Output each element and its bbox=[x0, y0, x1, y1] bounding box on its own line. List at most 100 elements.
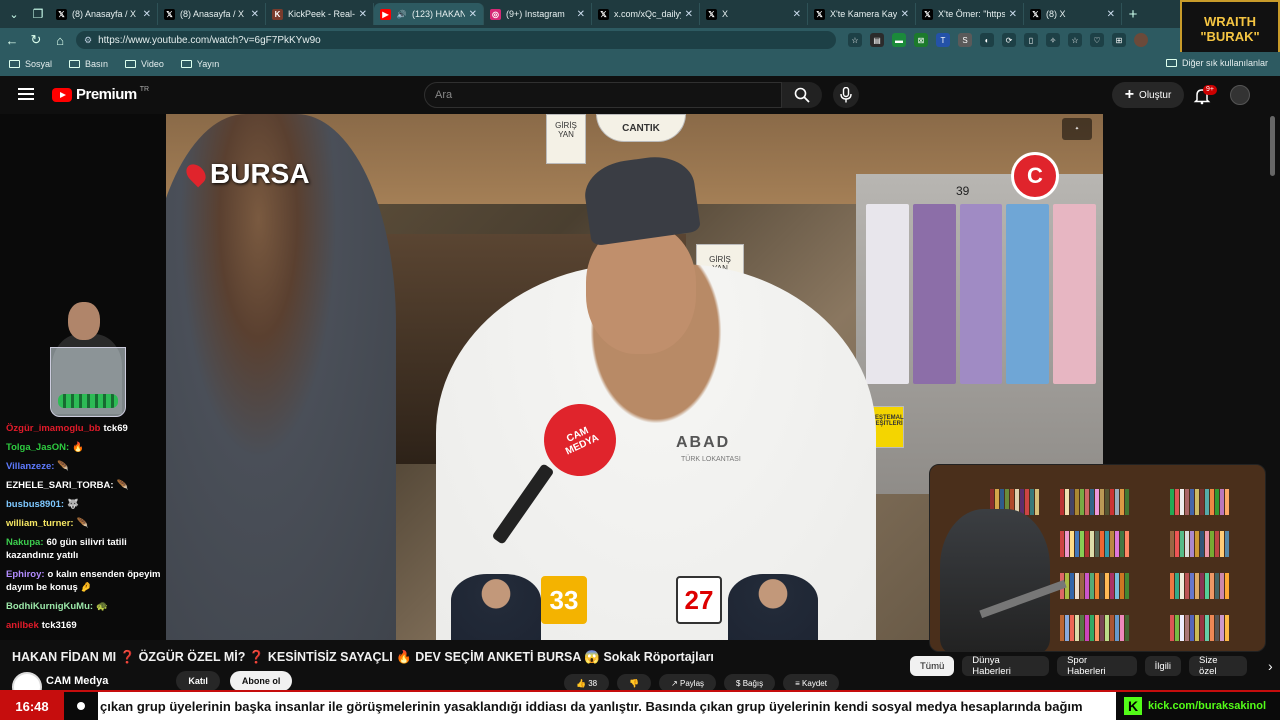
extension-icon[interactable]: ⊠ bbox=[914, 33, 928, 47]
close-tab-icon[interactable]: ✕ bbox=[251, 9, 259, 20]
bookmark-folder[interactable]: Basın bbox=[69, 59, 108, 69]
chip-sports-news[interactable]: Spor Haberleri bbox=[1057, 655, 1137, 677]
page-scrollbar[interactable] bbox=[1270, 116, 1275, 176]
folder-icon bbox=[180, 60, 192, 68]
extension-icon[interactable]: S bbox=[958, 33, 972, 47]
other-bookmarks[interactable]: Diğer sık kullanılanlar bbox=[1165, 58, 1268, 68]
browser-tab[interactable]: K KickPeek - Real-time✕ bbox=[266, 3, 374, 25]
shop-sign: GİRİŞ YAN bbox=[546, 114, 586, 164]
back-icon[interactable]: ← bbox=[0, 33, 24, 48]
close-tab-icon[interactable]: ✕ bbox=[1107, 9, 1115, 20]
chat-text: 🪶 bbox=[76, 518, 89, 529]
chat-username: Nakupa: bbox=[6, 537, 44, 548]
folder-icon bbox=[125, 60, 137, 68]
voice-search-button[interactable] bbox=[833, 82, 859, 108]
chip-all[interactable]: Tümü bbox=[910, 656, 955, 676]
close-tab-icon[interactable]: ✕ bbox=[577, 9, 585, 20]
subscribe-button[interactable]: Abone ol bbox=[229, 671, 293, 691]
browser-tab[interactable]: 𝕏 x.com/xQc_dailyy/st✕ bbox=[592, 3, 700, 25]
reload-icon[interactable]: ↻ bbox=[24, 32, 48, 48]
create-button[interactable]: + Oluştur bbox=[1112, 82, 1184, 108]
extension-icon[interactable]: ▬ bbox=[892, 33, 906, 47]
close-tab-icon[interactable]: ✕ bbox=[1009, 9, 1017, 20]
location-label: BURSA bbox=[182, 158, 310, 190]
browser-tab[interactable]: 𝕏 (8) Anasayfa / X ✕ bbox=[50, 3, 158, 25]
chip-related[interactable]: İlgili bbox=[1144, 656, 1182, 676]
chat-text: 🪶 bbox=[57, 461, 70, 472]
kick-logo-icon: K bbox=[1124, 697, 1142, 715]
shirt-logo: ABAD bbox=[676, 434, 731, 451]
collections-icon[interactable]: ⊞ bbox=[1112, 33, 1126, 47]
extension-icon[interactable]: ⟳ bbox=[1002, 33, 1016, 47]
chat-text: 🐺 bbox=[67, 499, 79, 510]
close-tab-icon[interactable]: ✕ bbox=[793, 9, 801, 20]
browser-tab[interactable]: 𝕏 X'te Kamera Kaydı✕ bbox=[808, 3, 916, 25]
shop-sign: CANTIK bbox=[596, 114, 686, 142]
search-input[interactable]: Ara bbox=[424, 82, 782, 108]
extensions-icon[interactable]: ✧ bbox=[1046, 33, 1060, 47]
youtube-logo[interactable]: Premium TR bbox=[52, 86, 149, 103]
close-tab-icon[interactable]: ✕ bbox=[901, 9, 909, 20]
chat-text: 🐢 bbox=[96, 601, 108, 612]
chat-message: busbus8901: 🐺 bbox=[6, 498, 166, 511]
close-tab-icon[interactable]: ✕ bbox=[469, 9, 477, 20]
folder-icon bbox=[9, 60, 20, 68]
folder-icon bbox=[1165, 59, 1177, 67]
poll-count-left: 33 bbox=[541, 576, 587, 624]
audio-playing-icon[interactable]: 🔊 bbox=[396, 9, 407, 20]
microphone: CAM MEDYA bbox=[491, 392, 628, 545]
translate-icon[interactable]: T bbox=[936, 33, 950, 47]
close-tab-icon[interactable]: ✕ bbox=[143, 9, 151, 20]
x-icon: 𝕏 bbox=[164, 8, 175, 20]
chip-world-news[interactable]: Dünya Haberleri bbox=[962, 655, 1050, 677]
extensions-row: ☆ ▤ ▬ ⊠ T S ◐ ⟳ ▯ ✧ ☆ ♡ ⊞ bbox=[844, 33, 1152, 47]
channel-name[interactable]: CAM Medya bbox=[46, 675, 108, 687]
bookmark-folder[interactable]: Sosyal bbox=[9, 59, 52, 69]
poll-count-right: 27 bbox=[676, 576, 722, 624]
favorite-star-icon[interactable]: ☆ bbox=[848, 33, 862, 47]
join-button[interactable]: Katıl bbox=[176, 671, 220, 691]
close-tab-icon[interactable]: ✕ bbox=[359, 9, 367, 20]
bookmark-folder[interactable]: Video bbox=[125, 59, 164, 69]
profile-avatar[interactable] bbox=[1134, 33, 1148, 47]
ticker-text: çıkan grup üyelerinin başka insanlar ile… bbox=[100, 698, 1083, 714]
browser-tab[interactable]: 𝕏 (8) X ✕ bbox=[1024, 3, 1122, 25]
chat-username: william_turner: bbox=[6, 518, 74, 529]
menu-icon[interactable] bbox=[18, 88, 34, 100]
address-bar[interactable]: ⚙ https://www.youtube.com/watch?v=6gF7Pk… bbox=[76, 31, 836, 49]
new-tab-button[interactable]: + bbox=[1122, 6, 1144, 23]
search-button[interactable] bbox=[782, 82, 822, 108]
site-info-icon[interactable]: ⚙ bbox=[84, 35, 92, 46]
browser-tab-active[interactable]: ▶ 🔊 (123) HAKAN F✕ bbox=[374, 3, 484, 25]
chat-message: william_turner: 🪶 bbox=[6, 517, 166, 530]
chat-username: Özgür_imamoglu_bb bbox=[6, 423, 101, 434]
account-avatar[interactable] bbox=[1230, 85, 1250, 105]
browser-tab[interactable]: 𝕏 X ✕ bbox=[700, 3, 808, 25]
tab-search-icon[interactable]: ⌄ bbox=[2, 4, 26, 24]
x-icon: 𝕏 bbox=[598, 8, 609, 20]
extension-icon[interactable]: ▤ bbox=[870, 33, 884, 47]
chip-for-you[interactable]: Size özel bbox=[1189, 655, 1247, 677]
favorites-icon[interactable]: ☆ bbox=[1068, 33, 1082, 47]
chat-username: BodhiKurnigKuMu: bbox=[6, 601, 94, 612]
close-tab-icon[interactable]: ✕ bbox=[685, 9, 693, 20]
home-icon[interactable]: ⌂ bbox=[48, 33, 72, 48]
browser-tab[interactable]: 𝕏 (8) Anasayfa / X ✕ bbox=[158, 3, 266, 25]
browser-tab[interactable]: ◎ (9+) Instagram ✕ bbox=[484, 3, 592, 25]
youtube-icon: ▶ bbox=[380, 8, 391, 20]
extension-icon[interactable]: ◐ bbox=[980, 33, 994, 47]
tab-actions-icon[interactable]: ❐ bbox=[26, 4, 50, 24]
chevron-right-icon[interactable]: › bbox=[1261, 656, 1280, 676]
performance-icon[interactable]: ♡ bbox=[1090, 33, 1104, 47]
search-icon bbox=[794, 87, 810, 103]
video-overlay-button[interactable]: ✦ bbox=[1062, 118, 1092, 140]
streamer-camera bbox=[28, 302, 152, 420]
browser-tab[interactable]: 𝕏 X'te Ömer: "https://✕ bbox=[916, 3, 1024, 25]
chat-message: Ephiroy: o kalın ensenden öpeyim dayım be… bbox=[6, 568, 166, 594]
plus-icon: + bbox=[1124, 86, 1135, 103]
kick-channel-badge: K kick.com/buraksakinol bbox=[1116, 692, 1280, 720]
share-icon: ↗ bbox=[671, 678, 680, 688]
split-view-icon[interactable]: ▯ bbox=[1024, 33, 1038, 47]
channel-row: CAM Medya Katıl Abone ol bbox=[12, 671, 293, 702]
bookmark-folder[interactable]: Yayın bbox=[180, 59, 219, 69]
